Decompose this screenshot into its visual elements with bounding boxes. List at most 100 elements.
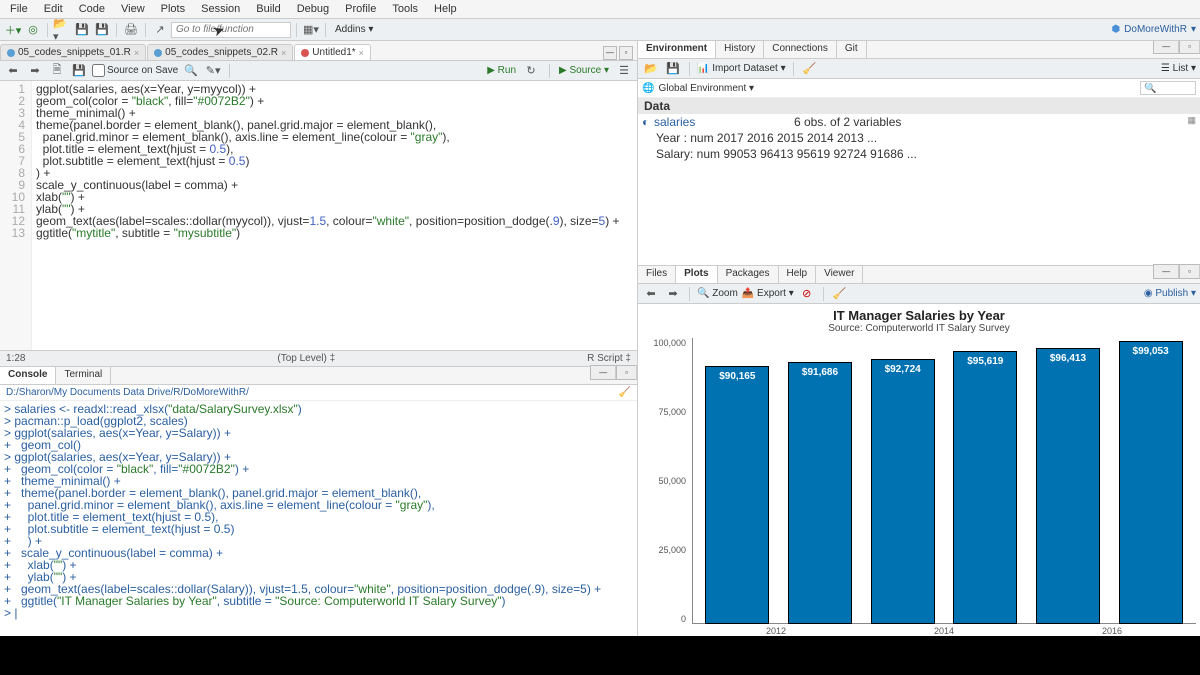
console-tabs: ConsoleTerminal —▫ [0,367,637,385]
wand-icon[interactable]: ✎▾ [204,62,222,80]
plots-tab[interactable]: Viewer [816,266,863,283]
save-source-icon[interactable]: 💾 [70,62,88,80]
console-tab[interactable]: Console [0,367,56,384]
env-section-data: Data [638,98,1200,114]
publish-button[interactable]: ◉ Publish ▾ [1144,288,1196,299]
env-row[interactable]: Salary: num 99053 96413 95619 92724 9168… [638,146,1200,162]
console-tab[interactable]: Terminal [56,367,111,384]
env-tab[interactable]: History [716,41,764,58]
menu-code[interactable]: Code [73,1,111,17]
env-tab[interactable]: Git [837,41,867,58]
env-tab[interactable]: Connections [764,41,837,58]
open-icon[interactable]: 📂▾ [53,21,71,39]
source-tabs: 05_codes_snippets_01.R×05_codes_snippets… [0,41,637,61]
source-on-save-check[interactable] [92,64,105,77]
y-tick: 50,000 [658,476,686,486]
forward-icon[interactable]: ➡ [26,62,44,80]
plots-tabs: FilesPlotsPackagesHelpViewer —▫ [638,266,1200,284]
run-button[interactable]: ▶ Run [487,65,516,76]
menu-file[interactable]: File [4,1,34,17]
bar: $96,413 [1036,348,1100,624]
file-type[interactable]: R Script ‡ [587,353,631,364]
print-icon[interactable]: 🖨 [122,21,140,39]
plots-tab[interactable]: Plots [676,266,717,283]
source-tab[interactable]: 05_codes_snippets_01.R× [0,44,146,60]
menu-bar: FileEditCodeViewPlotsSessionBuild DebugPr… [0,0,1200,19]
console-output[interactable]: > salaries <- readxl::read_xlsx("data/Sa… [0,401,637,642]
load-icon[interactable]: 📂 [642,60,660,78]
next-plot-icon[interactable]: ➡ [664,285,682,303]
save-icon[interactable]: 💾 [73,21,91,39]
project-menu[interactable]: ⬢ DoMoreWithR ▾ [1111,24,1196,35]
plots-tab[interactable]: Packages [718,266,779,283]
y-tick: 75,000 [658,407,686,417]
clear-console-icon[interactable]: 🧹 [619,387,631,398]
goto-icon[interactable]: ↗ [151,21,169,39]
addins-menu[interactable]: Addins ▾ [331,24,377,35]
globe-icon: 🌐 [642,83,654,94]
prev-plot-icon[interactable]: ⬅ [642,285,660,303]
console-pane: ConsoleTerminal —▫ D:/Sharon/My Documents… [0,367,637,642]
source-button[interactable]: ▶ Source ▾ [559,65,609,76]
code-editor[interactable]: 12345678910111213 ggplot(salaries, aes(x… [0,81,637,350]
zoom-button[interactable]: 🔍 Zoom [697,288,738,299]
source-statusbar: 1:28 (Top Level) ‡ R Script ‡ [0,350,637,366]
chart-title: IT Manager Salaries by Year [642,308,1196,323]
y-tick: 0 [681,614,686,624]
show-icon[interactable]: 🗎 [48,62,66,80]
scope-label[interactable]: (Top Level) ‡ [277,353,335,364]
menu-debug[interactable]: Debug [291,1,335,17]
chart-subtitle: Source: Computerworld IT Salary Survey [642,323,1196,334]
maximize-icon[interactable]: ▫ [1179,264,1200,279]
env-tab[interactable]: Environment [638,41,716,58]
grid-icon[interactable]: ▦▾ [302,21,320,39]
menu-profile[interactable]: Profile [339,1,382,17]
new-file-icon[interactable]: ＋▾ [4,21,22,39]
minimize-icon[interactable]: — [603,46,617,60]
outline-icon[interactable]: ☰ [615,62,633,80]
env-search[interactable] [1140,81,1196,95]
list-view[interactable]: ☰ List ▾ [1161,63,1196,74]
new-project-icon[interactable]: ◎ [24,21,42,39]
environment-pane: EnvironmentHistoryConnectionsGit —▫ 📂 💾 📊… [638,41,1200,266]
menu-session[interactable]: Session [195,1,246,17]
bar: $90,165 [705,366,769,624]
broom-icon[interactable]: 🧹 [801,60,819,78]
env-tabs: EnvironmentHistoryConnectionsGit —▫ [638,41,1200,59]
maximize-icon[interactable]: ▫ [616,365,637,380]
goto-input[interactable] [171,22,291,38]
find-icon[interactable]: 🔍 [182,62,200,80]
menu-tools[interactable]: Tools [386,1,424,17]
source-tab[interactable]: 05_codes_snippets_02.R× [147,44,293,60]
menu-build[interactable]: Build [250,1,286,17]
source-pane: 05_codes_snippets_01.R×05_codes_snippets… [0,41,637,367]
plots-tab[interactable]: Help [779,266,817,283]
maximize-icon[interactable]: ▫ [1179,39,1200,54]
env-scope[interactable]: Global Environment ▾ [658,83,754,94]
plots-toolbar: ⬅ ➡ 🔍 Zoom 📤 Export ▾ ⊘ 🧹 ◉ Publish ▾ [638,284,1200,304]
rerun-icon[interactable]: ↻ [522,62,540,80]
minimize-icon[interactable]: — [1153,39,1179,54]
save-env-icon[interactable]: 💾 [664,60,682,78]
back-icon[interactable]: ⬅ [4,62,22,80]
console-path: D:/Sharon/My Documents Data Drive/R/DoMo… [6,387,249,398]
env-row[interactable]: ◐salaries6 obs. of 2 variables▦ [638,114,1200,130]
minimize-icon[interactable]: — [590,365,616,380]
menu-help[interactable]: Help [428,1,463,17]
source-on-save-label: Source on Save [107,65,178,76]
maximize-icon[interactable]: ▫ [619,46,633,60]
clear-plots-icon[interactable]: 🧹 [831,285,849,303]
menu-edit[interactable]: Edit [38,1,69,17]
save-all-icon[interactable]: 💾 [93,21,111,39]
menu-view[interactable]: View [115,1,151,17]
main-toolbar: ＋▾ ◎ 📂▾ 💾 💾 🖨 ↗ ▦▾ Addins ▾ ⬢ DoMoreWith… [0,19,1200,41]
minimize-icon[interactable]: — [1153,264,1179,279]
source-tab[interactable]: Untitled1*× [294,44,371,60]
menu-plots[interactable]: Plots [155,1,191,17]
import-dataset[interactable]: 📊 Import Dataset ▾ [697,63,786,74]
plots-tab[interactable]: Files [638,266,676,283]
export-button[interactable]: 📤 Export ▾ [742,288,794,299]
bar: $99,053 [1119,341,1183,624]
env-row[interactable]: Year : num 2017 2016 2015 2014 2013 ... [638,130,1200,146]
remove-plot-icon[interactable]: ⊘ [798,285,816,303]
